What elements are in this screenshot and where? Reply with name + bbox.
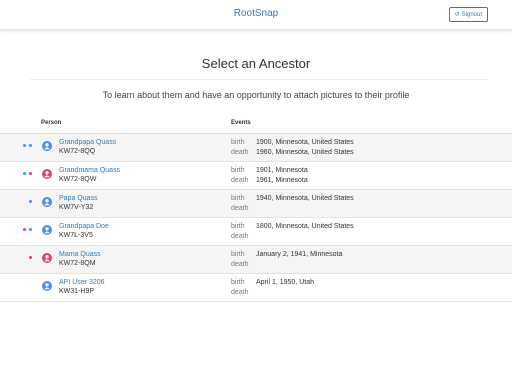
death-label: death: [231, 233, 249, 240]
page-subtitle: To learn about them and have an opportun…: [102, 90, 410, 100]
person-name-link[interactable]: Grandmama Quass: [59, 167, 120, 174]
death-event: death: [231, 205, 256, 212]
death-label: death: [231, 289, 249, 296]
death-value: 1960, Minnesota, United States: [256, 149, 354, 156]
brand-link[interactable]: RootSnap: [0, 8, 512, 19]
birth-event: birth 1940, Minnesota, United States: [231, 195, 354, 202]
person-avatar-icon: [42, 253, 52, 263]
table-row[interactable]: API User 3206 KW31-H9P birth April 1, 1950,…: [0, 274, 512, 302]
birth-event: birth 1900, Minnesota, United States: [231, 139, 354, 146]
person-avatar-icon: [42, 225, 52, 235]
lineage-dots: [23, 200, 33, 204]
page-title: Select an Ancestor: [201, 56, 311, 71]
birth-value: 1900, Minnesota, United States: [256, 139, 354, 146]
person-id: KW72-8QQ: [59, 148, 96, 155]
person-name-link[interactable]: Grandpapa Doe: [59, 223, 109, 230]
lineage-dot-female: [29, 172, 32, 175]
person-avatar-icon: [42, 281, 52, 291]
person-id: KW72-8QW: [59, 176, 97, 183]
death-label: death: [231, 205, 249, 212]
birth-value: January 2, 1941, Minnesota: [256, 251, 343, 258]
ancestor-table: Person Events Grandpapa Quass KW72-8QQ bir…: [0, 115, 512, 302]
person-avatar-icon: [42, 169, 52, 179]
signout-button[interactable]: ↺ Signout: [448, 7, 488, 22]
lineage-dots: [23, 172, 33, 176]
signout-icon: ↺: [454, 12, 460, 18]
birth-value: 1800, Minnesota, United States: [256, 223, 354, 230]
lineage-dot-female: [29, 256, 32, 259]
person-avatar-icon: [42, 141, 52, 151]
table-body: Grandpapa Quass KW72-8QQ birth 1900, Minnes…: [0, 134, 512, 302]
death-event: death: [231, 289, 256, 296]
navbar: RootSnap ↺ Signout: [0, 0, 512, 30]
person-name-link[interactable]: Papa Quass: [59, 195, 98, 202]
birth-label: birth: [231, 223, 245, 230]
death-event: death 1960, Minnesota, United States: [231, 149, 354, 156]
signout-label: Signout: [461, 11, 482, 18]
header-person: Person: [41, 120, 62, 126]
death-event: death: [231, 261, 256, 268]
person-avatar-icon: [42, 197, 52, 207]
death-label: death: [231, 177, 249, 184]
lineage-dots: [23, 284, 33, 288]
lineage-dot-male: [23, 144, 26, 147]
header-events: Events: [231, 120, 251, 126]
birth-value: 1901, Minnesota: [256, 167, 308, 174]
birth-event: birth April 1, 1950, Utah: [231, 279, 314, 286]
table-row[interactable]: Grandpapa Quass KW72-8QQ birth 1900, Minnes…: [0, 134, 512, 162]
birth-event: birth 1901, Minnesota: [231, 167, 308, 174]
birth-label: birth: [231, 195, 245, 202]
death-value: 1961, Minnesota: [256, 177, 308, 184]
lineage-dot-male: [29, 144, 32, 147]
person-id: KW7V-Y32: [59, 204, 94, 211]
table-row[interactable]: Grandmama Quass KW72-8QW birth 1901, Minnes…: [0, 162, 512, 190]
title-divider: [30, 79, 488, 80]
lineage-dot-male: [29, 200, 32, 203]
person-name-link[interactable]: API User 3206: [59, 279, 105, 286]
death-label: death: [231, 149, 249, 156]
death-event: death: [231, 233, 256, 240]
birth-label: birth: [231, 251, 245, 258]
lineage-dots: [23, 228, 33, 232]
person-id: KW72-8QM: [59, 260, 96, 267]
person-id: KW31-H9P: [59, 288, 95, 295]
person-name-link[interactable]: Grandpapa Quass: [59, 139, 116, 146]
birth-label: birth: [231, 279, 245, 286]
table-row[interactable]: Mama Quass KW72-8QM birth January 2, 1941, …: [0, 246, 512, 274]
death-event: death 1961, Minnesota: [231, 177, 308, 184]
lineage-dots: [23, 144, 33, 148]
lineage-dots: [23, 256, 33, 260]
birth-event: birth 1800, Minnesota, United States: [231, 223, 354, 230]
table-row[interactable]: Grandpapa Doe KW7L-3V5 birth 1800, Minnesot…: [0, 218, 512, 246]
birth-label: birth: [231, 139, 245, 146]
lineage-dot-female: [23, 228, 26, 231]
birth-event: birth January 2, 1941, Minnesota: [231, 251, 342, 258]
person-name-link[interactable]: Mama Quass: [59, 251, 101, 258]
lineage-dot-male: [23, 172, 26, 175]
lineage-dot-male: [29, 228, 32, 231]
table-header: Person Events: [0, 115, 512, 134]
person-id: KW7L-3V5: [59, 232, 93, 239]
table-row[interactable]: Papa Quass KW7V-Y32 birth 1940, Minnesota, …: [0, 190, 512, 218]
birth-value: April 1, 1950, Utah: [256, 279, 314, 286]
birth-value: 1940, Minnesota, United States: [256, 195, 354, 202]
birth-label: birth: [231, 167, 245, 174]
death-label: death: [231, 261, 249, 268]
